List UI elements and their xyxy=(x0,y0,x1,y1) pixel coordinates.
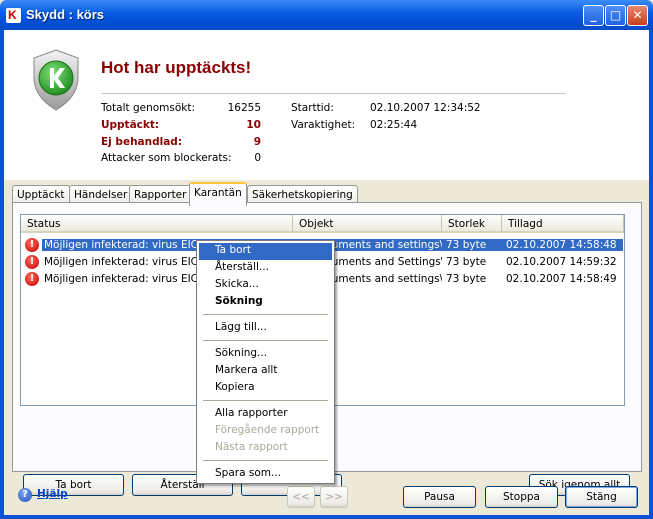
menu-item-select-all[interactable]: Markera allt xyxy=(199,363,332,380)
menu-item-restore[interactable]: Återställ... xyxy=(199,260,332,277)
threat-heading: Hot har upptäckts! xyxy=(101,58,252,77)
untreated-label: Ej behandlad: xyxy=(101,136,183,148)
scanned-value: 16255 xyxy=(227,102,261,114)
menu-item-search[interactable]: Sökning... xyxy=(199,346,332,363)
menu-item-add[interactable]: Lägg till... xyxy=(199,320,332,337)
menu-item-all-reports[interactable]: Alla rapporter xyxy=(199,406,332,423)
menu-item-next-report: Nästa rapport xyxy=(215,441,288,453)
list-header: Status Objekt Storlek Tillagd xyxy=(21,215,624,233)
tab-karantan[interactable]: Karantän xyxy=(189,182,247,206)
help-icon: ? xyxy=(18,488,32,502)
duration-label: Varaktighet: xyxy=(291,119,356,131)
row-size: 73 byte xyxy=(446,256,487,268)
column-status[interactable]: Status xyxy=(21,215,293,233)
app-window: K Skydd : körs _ □ ✕ Hot har upptäckts! … xyxy=(0,0,653,519)
menu-separator xyxy=(203,314,328,315)
minimize-button[interactable]: _ xyxy=(583,5,604,26)
menu-item-copy[interactable]: Kopiera xyxy=(199,380,332,397)
menu-separator xyxy=(203,460,328,461)
menu-item-delete[interactable]: Ta bort xyxy=(199,243,332,260)
column-objekt[interactable]: Objekt xyxy=(293,215,442,233)
context-menu: Ta bort Återställ... Skicka... Sökning L… xyxy=(196,240,335,484)
row-added: 02.10.2007 14:59:32 xyxy=(506,256,617,268)
help-label[interactable]: Hjälp xyxy=(37,488,68,500)
close-window-button[interactable]: ✕ xyxy=(627,5,648,26)
row-added: 02.10.2007 14:58:48 xyxy=(502,239,623,251)
close-button[interactable]: Stäng xyxy=(565,486,638,508)
menu-item-send[interactable]: Skicka... xyxy=(199,277,332,294)
detected-value: 10 xyxy=(246,119,261,131)
prev-button[interactable]: << xyxy=(287,486,315,508)
start-time-label: Starttid: xyxy=(291,102,334,114)
scanned-label: Totalt genomsökt: xyxy=(101,102,196,114)
start-time-value: 02.10.2007 12:34:52 xyxy=(370,102,481,114)
shield-icon xyxy=(33,49,79,111)
error-icon: ! xyxy=(25,272,39,286)
duration-value: 02:25:44 xyxy=(370,119,418,131)
column-storlek[interactable]: Storlek xyxy=(442,215,502,233)
menu-separator xyxy=(203,340,328,341)
row-size: 73 byte xyxy=(442,239,502,251)
kaspersky-logo-icon: K xyxy=(6,8,21,23)
error-icon: ! xyxy=(25,255,39,269)
menu-item-prev-report: Föregående rapport xyxy=(215,424,320,436)
blocked-value: 0 xyxy=(254,152,261,164)
error-icon: ! xyxy=(25,238,39,252)
menu-separator xyxy=(203,400,328,401)
window-title: Skydd : körs xyxy=(26,7,105,22)
stop-button[interactable]: Stoppa xyxy=(485,486,558,508)
detected-label: Upptäckt: xyxy=(101,119,160,131)
pause-button[interactable]: Pausa xyxy=(403,486,476,508)
row-added: 02.10.2007 14:58:49 xyxy=(506,273,617,285)
title-bar[interactable]: K Skydd : körs _ □ ✕ xyxy=(0,0,653,30)
header-divider xyxy=(101,93,566,94)
menu-item-save-as[interactable]: Spara som... xyxy=(199,466,332,483)
menu-item-scan[interactable]: Sökning xyxy=(199,294,332,311)
next-button[interactable]: >> xyxy=(320,486,348,508)
column-tillagd[interactable]: Tillagd xyxy=(502,215,624,233)
untreated-value: 9 xyxy=(253,136,261,148)
maximize-button[interactable]: □ xyxy=(605,5,626,26)
row-size: 73 byte xyxy=(446,273,487,285)
